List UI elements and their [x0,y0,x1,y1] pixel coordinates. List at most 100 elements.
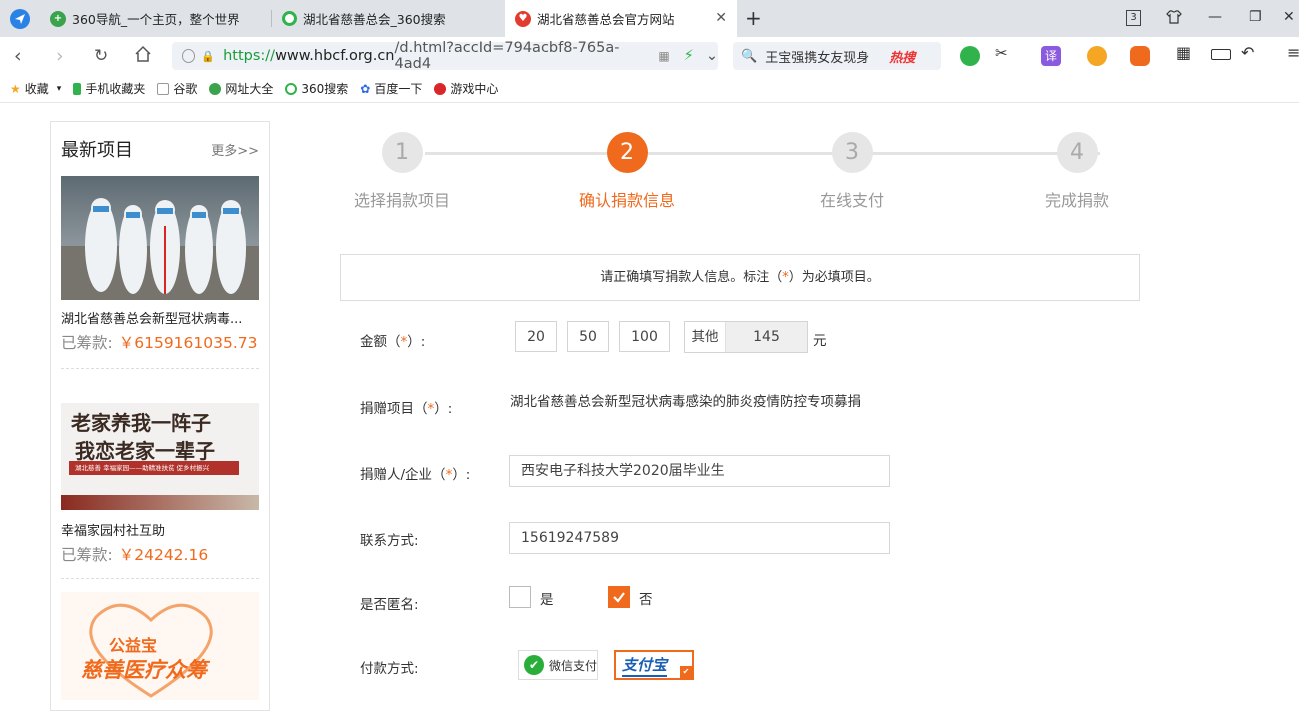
step-number: 1 [381,132,423,173]
amount-label: 金额（*）: [360,330,425,350]
amount-option-20[interactable]: 20 [515,321,557,352]
url-path: /d.html?accId=794acbf8-765a-4ad4 [394,40,620,72]
step-number: 3 [831,132,873,173]
project-card[interactable]: 公益宝 慈善医疗众筹 [61,592,259,700]
anonymous-no-checkbox[interactable] [608,586,630,608]
raised-amount-row: 已筹款: ￥24242.16 [61,543,259,565]
project-card[interactable]: 湖北省慈善总会新型冠状病毒... 已筹款: ￥6159161035.73 [61,176,259,353]
close-tab-icon[interactable]: ✕ [715,10,727,26]
other-amount-input[interactable]: 145 [726,322,807,352]
anonymous-no-label: 否 [639,592,653,608]
medical-crowdfunding-logo: 公益宝 慈善医疗众筹 [61,592,259,700]
banner-line-1: 老家养我一阵子 [71,411,211,435]
360-search-icon [285,82,298,95]
step-label: 选择捐款项目 [353,191,450,210]
currency-unit: 元 [813,333,827,349]
step-confirm-info: 2 确认捐款信息 [537,132,717,211]
project-name[interactable]: 幸福家园村社互助 [61,520,259,539]
tab-360-search[interactable]: 湖北省慈善总会_360搜索 [272,0,504,37]
charity-heart-icon: ♥ [515,10,531,27]
browser-logo-icon[interactable] [10,9,30,29]
restore-icon[interactable]: ❐ [1249,9,1262,25]
chat-icon[interactable] [960,46,980,66]
apps-grid-icon[interactable]: ▦ [1176,43,1196,63]
selected-check-icon: ✔ [680,666,692,678]
tab-hbcf-active[interactable]: ♥ 湖北省慈善总会官方网站 ✕ [505,0,737,37]
home-icon[interactable] [134,45,152,68]
new-tab-button[interactable]: + [745,6,762,30]
contact-label: 联系方式: [360,533,419,549]
raised-label: 已筹款: [61,334,113,352]
panel-title: 最新项目 [61,140,133,161]
bookmark-360search[interactable]: 360搜索 [285,80,348,97]
project-name[interactable]: 湖北省慈善总会新型冠状病毒... [61,308,259,327]
360-icon: + [50,10,66,27]
label-text: ）: [407,334,426,350]
alipay-label: 支付宝 [622,654,668,677]
bookmark-hao360[interactable]: 网址大全 [209,80,273,97]
divider [61,578,259,579]
translate-icon[interactable]: 译 [1041,46,1061,66]
other-label: 其他 [685,322,726,352]
amount-option-50[interactable]: 50 [567,321,609,352]
baidu-paw-icon: ✿ [360,81,371,96]
wechat-pay-label: 微信支付 [549,658,598,673]
coupon-icon[interactable] [1087,46,1107,66]
amount-other-field[interactable]: 其他 145 [684,321,808,353]
bookmark-google[interactable]: 谷歌 [157,80,197,97]
battery-icon[interactable] [1211,49,1231,60]
scissors-icon[interactable]: ✂ [995,44,1015,64]
back-icon[interactable]: ‹ [14,45,22,67]
game-icon[interactable] [1130,46,1150,66]
menu-icon[interactable]: ≡ [1287,43,1299,63]
page-info-icon[interactable] [182,49,196,63]
minimize-icon[interactable]: — [1208,9,1222,25]
donation-steps: 1 选择捐款项目 2 确认捐款信息 3 在线支付 4 完成捐款 [290,132,1190,212]
shirt-skin-icon[interactable] [1166,9,1182,29]
url-bar[interactable]: 🔒 https://www.hbcf.org.cn/d.html?accId=7… [172,40,718,72]
bookmark-baidu[interactable]: ✿ 百度一下 [360,80,422,97]
tab-title: 360导航_一个主页，整个世界 [72,12,240,27]
latest-projects-panel: 最新项目 更多>> 湖北省慈善总会新型冠状病毒... 已筹款: ￥61591610… [50,121,270,711]
amount-option-100[interactable]: 100 [619,321,670,352]
bookmark-label: 谷歌 [173,82,198,96]
star-icon: ★ [10,81,21,96]
payment-method-label: 付款方式: [360,661,419,677]
notice-text: 请正确填写捐款人信息。标注（ [600,270,783,285]
search-box[interactable]: 🔍 王宝强携女友现身 热搜 [733,42,941,70]
tab-360-nav[interactable]: + 360导航_一个主页，整个世界 [40,0,270,37]
banner-subtitle: 湖北慈善 幸福家园——助精准扶贫 促乡村振兴 [69,461,239,475]
label-text: ）: [434,401,453,417]
more-link[interactable]: 更多>> [211,140,259,159]
bookmark-favorites[interactable]: ★ 收藏 ▾ [10,80,61,97]
wechat-pay-option[interactable]: ✔ 微信支付 [518,650,598,680]
donor-name-input[interactable]: 西安电子科技大学2020届毕业生 [509,455,890,487]
bookmark-games[interactable]: 游戏中心 [434,80,498,97]
game-center-icon [434,82,447,95]
bookmark-mobile[interactable]: 手机收藏夹 [73,80,145,97]
label-text: ）: [452,467,471,483]
project-card[interactable]: 老家养我一阵子 我恋老家一辈子 湖北慈善 幸福家园——助精准扶贫 促乡村振兴 幸… [61,403,259,565]
tab-count-button[interactable]: 3 [1126,10,1141,26]
address-toolbar: ‹ › ↻ 🔒 https://www.hbcf.org.cn/d.html?a… [0,37,1299,75]
logo-line-2: 慈善医疗众筹 [81,658,207,682]
anonymous-yes-checkbox[interactable] [509,586,531,608]
tab-title: 湖北省慈善总会_360搜索 [303,12,446,27]
lightning-icon[interactable]: ⚡ [684,48,694,64]
bookmarks-bar: ★ 收藏 ▾ 手机收藏夹 谷歌 网址大全 360搜索 ✿ 百度一下 游戏中心 [0,75,1299,103]
project-value: 湖北省慈善总会新型冠状病毒感染的肺炎疫情防控专项募捐 [510,394,861,410]
raised-amount: ￥24242.16 [118,546,209,564]
chevron-down-icon[interactable]: ⌄ [706,48,718,64]
step-complete: 4 完成捐款 [987,132,1167,211]
contact-input[interactable]: 15619247589 [509,522,890,554]
search-icon: 🔍 [741,48,758,64]
alipay-option[interactable]: 支付宝 ✔ [614,650,694,680]
chevron-down-icon: ▾ [56,83,62,94]
close-window-icon[interactable]: ✕ [1283,9,1295,25]
bookmark-label: 网址大全 [225,82,274,96]
forward-icon[interactable]: › [56,45,64,67]
form-notice: 请正确填写捐款人信息。标注（*）为必填项目。 [340,254,1140,301]
undo-icon[interactable]: ↶ [1241,43,1261,63]
reload-icon[interactable]: ↻ [94,45,108,67]
qr-code-icon[interactable]: ▦ [658,49,669,63]
